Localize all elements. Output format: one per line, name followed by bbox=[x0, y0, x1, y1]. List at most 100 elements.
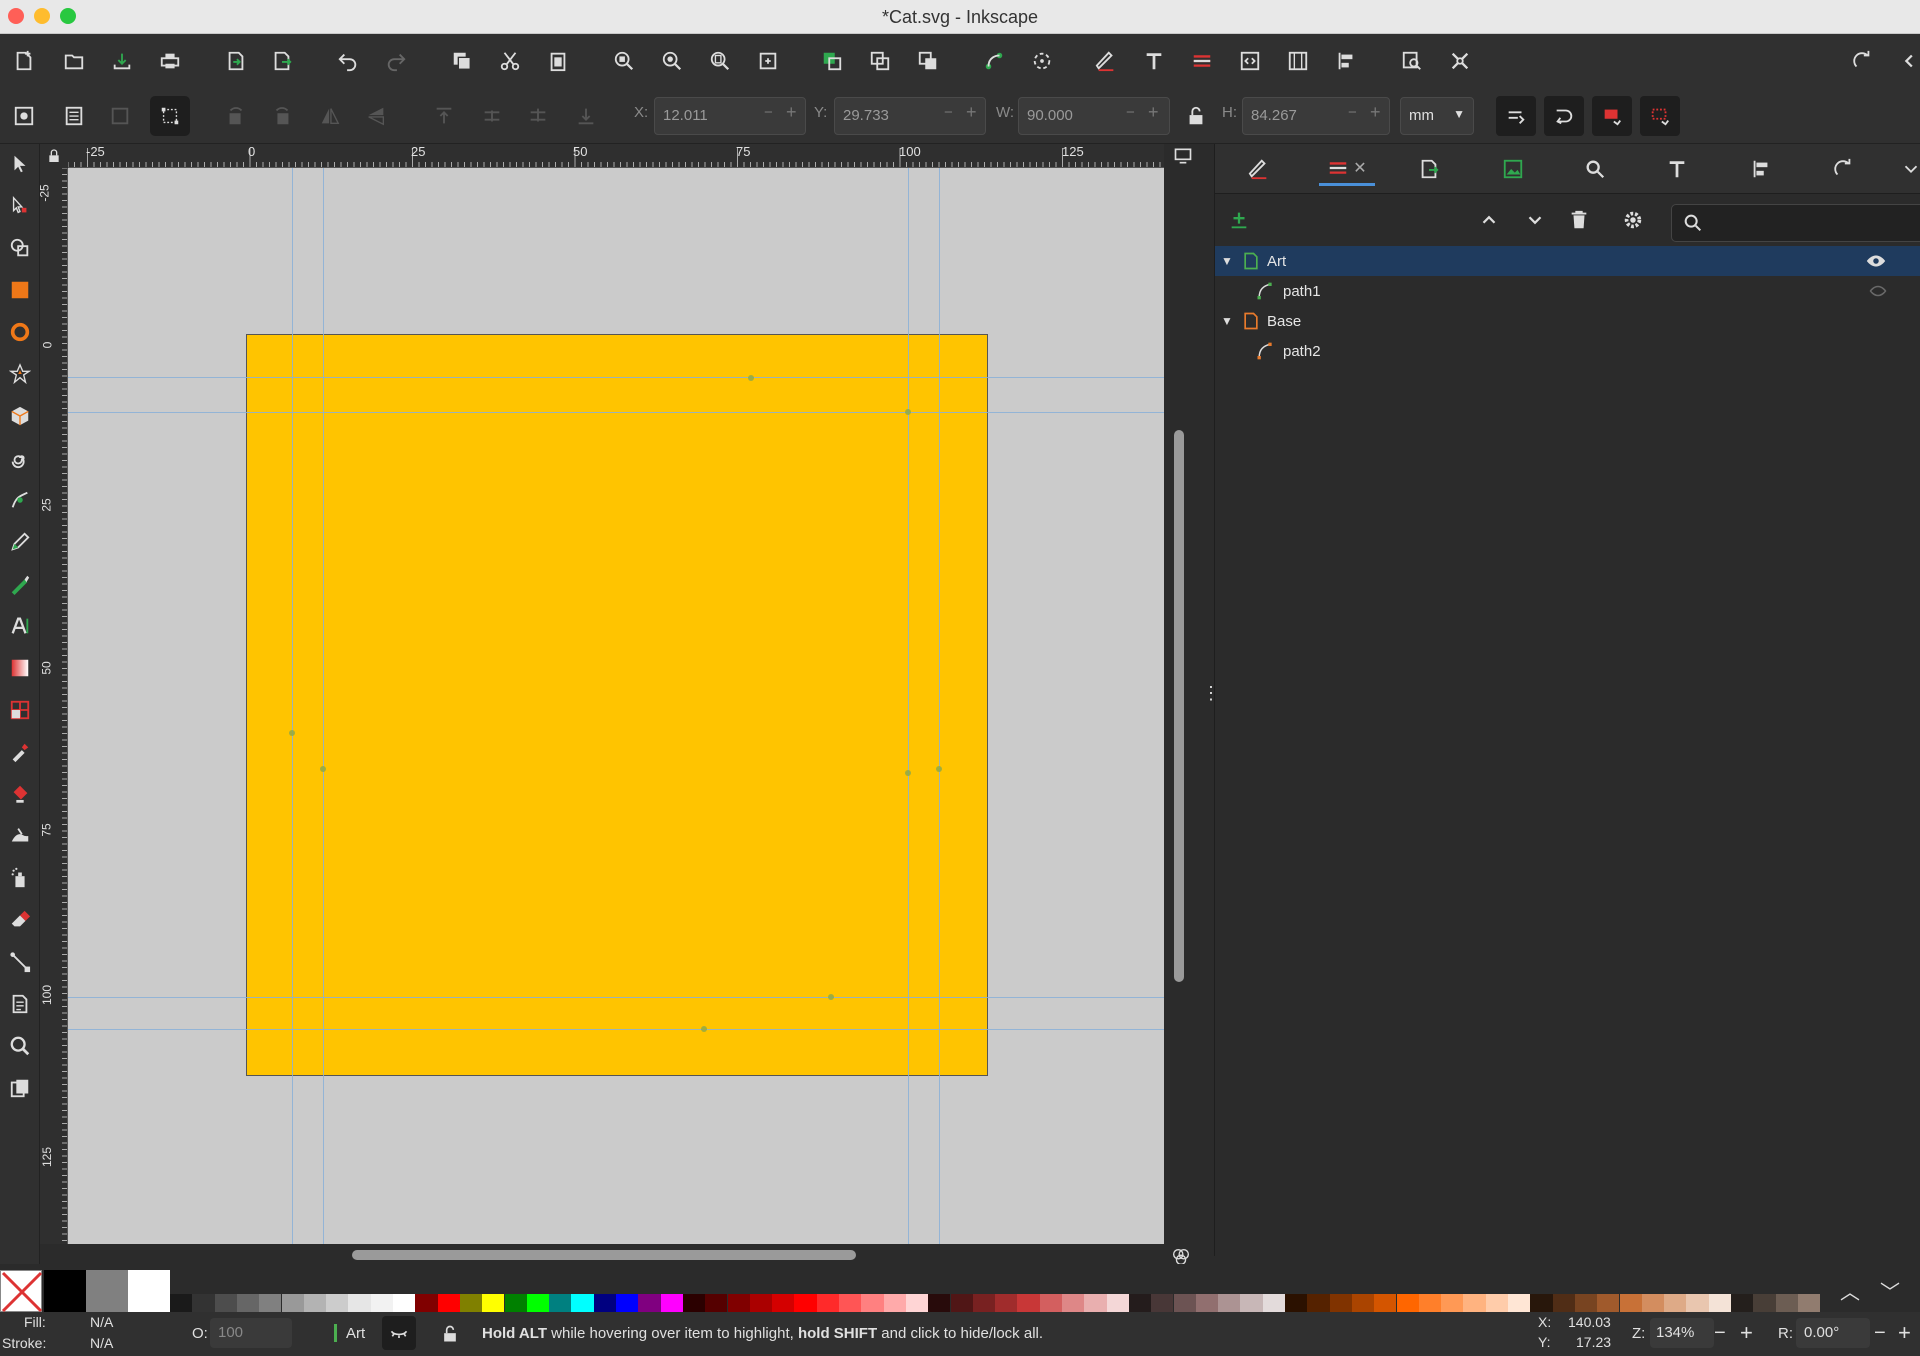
color-swatch[interactable] bbox=[950, 1294, 973, 1312]
h-input[interactable]: 84.267 bbox=[1242, 97, 1390, 135]
rectangle-icon[interactable] bbox=[4, 274, 36, 306]
paint-bucket-icon[interactable] bbox=[4, 778, 36, 810]
delete-icon[interactable] bbox=[1561, 202, 1597, 238]
color-swatch[interactable] bbox=[1508, 1294, 1531, 1312]
ungroup-icon[interactable] bbox=[862, 43, 898, 79]
mesh-icon[interactable] bbox=[4, 694, 36, 726]
color-swatch[interactable] bbox=[660, 1294, 683, 1312]
align-icon[interactable] bbox=[1328, 43, 1364, 79]
guide-vertical[interactable] bbox=[292, 168, 293, 1244]
guide-anchor[interactable] bbox=[905, 409, 911, 415]
transform-icon[interactable] bbox=[1024, 43, 1060, 79]
zoom-in-button[interactable]: + bbox=[1740, 1320, 1753, 1346]
transform-patterns-icon[interactable] bbox=[1640, 96, 1680, 136]
color-swatch[interactable] bbox=[1775, 1294, 1798, 1312]
export-tab-icon[interactable] bbox=[1409, 152, 1449, 186]
raise-icon[interactable] bbox=[474, 98, 510, 134]
h-plus-button[interactable]: + bbox=[1370, 102, 1381, 123]
node-icon[interactable] bbox=[4, 190, 36, 222]
color-swatch[interactable] bbox=[995, 1294, 1018, 1312]
close-tab-icon[interactable]: ✕ bbox=[1353, 158, 1366, 178]
color-swatch[interactable] bbox=[1708, 1294, 1731, 1312]
color-swatch[interactable] bbox=[192, 1294, 215, 1312]
snap-toggle-icon[interactable] bbox=[1844, 43, 1880, 79]
color-swatch[interactable] bbox=[1552, 1294, 1575, 1312]
shape-builder-icon[interactable] bbox=[4, 232, 36, 264]
color-swatch[interactable] bbox=[1396, 1294, 1419, 1312]
guide-anchor[interactable] bbox=[828, 994, 834, 1000]
color-swatch[interactable] bbox=[772, 1294, 795, 1312]
more-tabs-chevron-icon[interactable] bbox=[1891, 152, 1920, 186]
eraser-icon[interactable] bbox=[4, 904, 36, 936]
raise-to-top-icon[interactable] bbox=[426, 98, 462, 134]
3d-box-icon[interactable] bbox=[4, 400, 36, 432]
new-document-icon[interactable] bbox=[6, 43, 42, 79]
w-plus-button[interactable]: + bbox=[1148, 102, 1159, 123]
duplicate-icon[interactable] bbox=[444, 43, 480, 79]
history-tab-icon[interactable] bbox=[1823, 152, 1863, 186]
layer-lock-icon[interactable] bbox=[440, 1324, 460, 1344]
y-input[interactable]: 29.733 bbox=[834, 97, 986, 135]
layer-row[interactable]: ▼ Base bbox=[1215, 306, 1920, 336]
color-swatch[interactable] bbox=[1151, 1294, 1174, 1312]
color-swatch[interactable] bbox=[1463, 1294, 1486, 1312]
color-swatch[interactable] bbox=[972, 1294, 996, 1312]
fill-stroke-tab-icon[interactable] bbox=[1239, 152, 1279, 186]
color-swatch[interactable] bbox=[482, 1294, 505, 1312]
image-tab-icon[interactable] bbox=[1493, 152, 1533, 186]
undo-icon[interactable] bbox=[330, 43, 366, 79]
color-swatch[interactable] bbox=[638, 1294, 661, 1312]
guide-horizontal[interactable] bbox=[68, 377, 1164, 378]
document-properties-icon[interactable] bbox=[1280, 43, 1316, 79]
zoom-out-button[interactable]: − bbox=[1714, 1322, 1726, 1345]
color-swatch[interactable] bbox=[1619, 1294, 1642, 1312]
color-swatch[interactable] bbox=[459, 1294, 483, 1312]
object-row[interactable]: path1 bbox=[1215, 276, 1920, 306]
guide-anchor[interactable] bbox=[320, 766, 326, 772]
color-swatch[interactable] bbox=[437, 1294, 460, 1312]
color-swatch[interactable] bbox=[905, 1294, 929, 1312]
color-swatch[interactable] bbox=[1530, 1294, 1553, 1312]
zoom-icon[interactable] bbox=[4, 1030, 36, 1062]
guide-anchor[interactable] bbox=[701, 1026, 707, 1032]
rotate-cw-icon[interactable] bbox=[264, 98, 300, 134]
color-swatch[interactable] bbox=[549, 1294, 572, 1312]
color-swatch[interactable] bbox=[326, 1294, 349, 1312]
color-swatch[interactable] bbox=[348, 1294, 371, 1312]
color-swatch[interactable] bbox=[415, 1294, 438, 1312]
text-icon[interactable] bbox=[1136, 43, 1172, 79]
color-swatch[interactable] bbox=[1084, 1294, 1107, 1312]
w-minus-button[interactable]: − bbox=[1126, 104, 1135, 121]
color-swatch[interactable] bbox=[1597, 1294, 1620, 1312]
color-swatch[interactable] bbox=[236, 1294, 260, 1312]
x-minus-button[interactable]: − bbox=[764, 104, 773, 121]
color-swatch[interactable] bbox=[682, 1294, 706, 1312]
color-swatch[interactable] bbox=[128, 1270, 170, 1312]
color-swatch[interactable] bbox=[1173, 1294, 1196, 1312]
fill-stroke-icon[interactable] bbox=[1088, 43, 1124, 79]
color-swatch[interactable] bbox=[526, 1294, 550, 1312]
color-swatch[interactable] bbox=[928, 1294, 951, 1312]
y-minus-button[interactable]: − bbox=[944, 104, 953, 121]
pages-icon[interactable] bbox=[4, 988, 36, 1020]
color-swatch[interactable] bbox=[1062, 1294, 1085, 1312]
connector-icon[interactable] bbox=[4, 946, 36, 978]
object-row[interactable]: path2 bbox=[1215, 336, 1920, 366]
color-swatch[interactable] bbox=[303, 1294, 327, 1312]
measure-icon[interactable] bbox=[4, 1072, 36, 1104]
color-swatch[interactable] bbox=[1128, 1294, 1152, 1312]
color-swatch[interactable] bbox=[1017, 1294, 1040, 1312]
color-swatch[interactable] bbox=[1686, 1294, 1709, 1312]
color-swatch[interactable] bbox=[816, 1294, 839, 1312]
move-up-icon[interactable] bbox=[1471, 202, 1507, 238]
guide-anchor[interactable] bbox=[748, 375, 754, 381]
y-plus-button[interactable]: + bbox=[966, 102, 977, 123]
transform-handles-toggle-icon[interactable] bbox=[150, 96, 190, 136]
move-down-icon[interactable] bbox=[1517, 202, 1553, 238]
export-dialog-icon[interactable] bbox=[1394, 43, 1430, 79]
color-swatch[interactable] bbox=[705, 1294, 728, 1312]
zoom-center-icon[interactable] bbox=[750, 43, 786, 79]
panel-splitter-handle[interactable]: ⋮ bbox=[1202, 684, 1220, 712]
color-swatch[interactable] bbox=[571, 1294, 594, 1312]
import-icon[interactable] bbox=[218, 43, 254, 79]
